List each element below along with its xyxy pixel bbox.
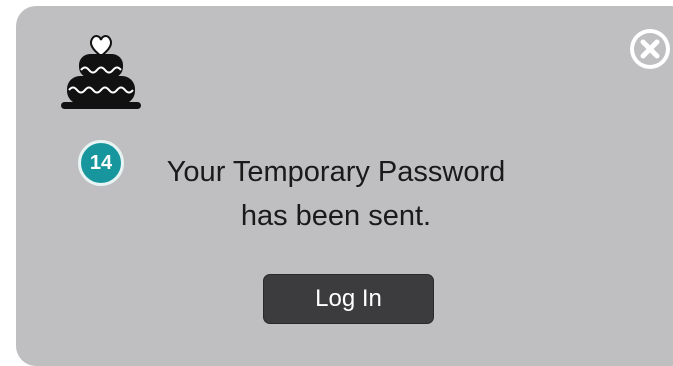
confirmation-message: Your Temporary Password has been sent.	[136, 150, 536, 238]
login-button[interactable]: Log In	[263, 274, 434, 324]
message-line-1: Your Temporary Password	[166, 156, 506, 188]
close-icon[interactable]	[627, 26, 673, 72]
cake-icon	[61, 35, 141, 109]
password-sent-dialog: 14 Your Temporary Password has been sent…	[16, 6, 673, 366]
step-number-badge: 14	[78, 140, 124, 186]
message-line-2: has been sent.	[240, 200, 432, 232]
